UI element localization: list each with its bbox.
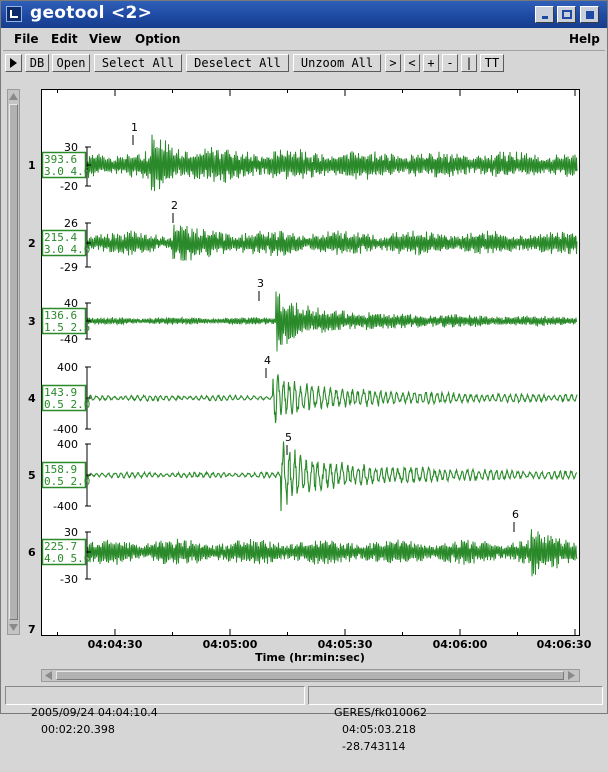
status-cursor-info: GERES/fk010062 04:05:03.218 -28.743114 — [308, 686, 603, 753]
trace-filter-label: 0.5 2.0 — [44, 398, 90, 411]
vertical-scroll-thumb[interactable] — [9, 104, 18, 620]
trace-row-number[interactable]: 4 — [28, 392, 36, 405]
scroll-left-icon[interactable] — [43, 670, 54, 681]
vertical-scrollbar[interactable] — [7, 89, 20, 635]
scroll-right-icon[interactable] — [566, 670, 577, 681]
tt-button[interactable]: TT — [480, 54, 504, 72]
trace-y-min-label: -40 — [60, 333, 78, 346]
toolbar-play-button[interactable] — [5, 54, 22, 72]
time-tick-label: 04:06:00 — [432, 638, 488, 651]
menu-option[interactable]: Option — [135, 32, 180, 46]
select-all-button[interactable]: Select All — [94, 54, 182, 72]
menu-file[interactable]: File — [14, 32, 39, 46]
trace-y-min-label: -400 — [53, 423, 78, 436]
minimize-button[interactable] — [535, 6, 554, 23]
db-button[interactable]: DB — [25, 54, 49, 72]
trace-y-max-label: 400 — [57, 361, 78, 374]
zoom-in-button[interactable]: + — [423, 54, 439, 72]
status-time-info: 2005/09/24 04:04:10.4 00:02:20.398 — [5, 686, 305, 736]
scroll-down-icon[interactable] — [8, 622, 19, 633]
zoom-out-button[interactable]: - — [442, 54, 458, 72]
trace-row-number[interactable]: 7 — [28, 623, 36, 636]
menu-bar: File Edit View Option Help — [3, 29, 605, 51]
deselect-all-button[interactable]: Deselect All — [186, 54, 289, 72]
time-axis-label: Time (hr:min:sec) — [255, 651, 365, 664]
trace-filter-label: 3.0 4.0 — [44, 243, 90, 256]
open-button[interactable]: Open — [52, 54, 90, 72]
pick-label: 6 — [512, 508, 519, 521]
status-cursor-time: 04:05:03.218 — [341, 723, 416, 736]
maximize-button[interactable] — [557, 6, 576, 23]
horizontal-scrollbar[interactable] — [41, 669, 580, 682]
maximize-icon — [562, 10, 572, 19]
trace-y-max-label: 26 — [64, 217, 78, 230]
menu-edit[interactable]: Edit — [51, 32, 78, 46]
status-datetime: 2005/09/24 04:04:10.4 — [30, 706, 158, 719]
play-icon — [10, 58, 17, 68]
trace-y-min-label: -29 — [60, 261, 78, 274]
app-icon[interactable] — [6, 6, 22, 22]
trace-row-number[interactable]: 1 — [28, 159, 36, 172]
pick-label: 4 — [264, 354, 271, 367]
status-duration: 00:02:20.398 — [40, 723, 115, 736]
waveform-canvas[interactable]: 30-20393.63.0 4.0126-29215.43.0 4.0240-4… — [41, 89, 580, 636]
waveform-plot-area[interactable]: 30 -20 393.6 3.0 4.0 1 26 -29 215.4 3.0 4.0 2 40 -4… — [41, 89, 580, 636]
scroll-left-button[interactable]: < — [404, 54, 420, 72]
status-bar: 2005/09/24 04:04:10.4 00:02:20.398 GERES… — [3, 686, 605, 753]
minimize-icon — [542, 16, 548, 19]
status-cursor-value: -28.743114 — [341, 740, 406, 753]
trace-y-max-label: 30 — [64, 526, 78, 539]
trace-y-min-label: -400 — [53, 500, 78, 513]
menu-view[interactable]: View — [89, 32, 121, 46]
title-bar[interactable]: geotool <2> — [1, 1, 607, 28]
scroll-up-icon[interactable] — [8, 91, 19, 102]
unzoom-all-button[interactable]: Unzoom All — [293, 54, 381, 72]
trace-row-number[interactable]: 3 — [28, 315, 36, 328]
align-button[interactable]: | — [461, 54, 477, 72]
time-tick-label: 04:05:00 — [202, 638, 258, 651]
time-tick-label: 04:06:30 — [536, 638, 592, 651]
toolbar: DB Open Select All Deselect All Unzoom A… — [3, 52, 605, 74]
trace-filter-label: 4.0 5.0 — [44, 552, 90, 565]
trace-filter-label: 0.5 2.0 — [44, 475, 90, 488]
pick-label: 2 — [171, 199, 178, 212]
close-icon — [586, 11, 594, 19]
trace-row-number[interactable]: 5 — [28, 469, 36, 482]
geotool-window: geotool <2> File Edit View Option Help D… — [0, 0, 608, 753]
time-tick-label: 04:04:30 — [87, 638, 143, 651]
scroll-right-button[interactable]: > — [385, 54, 401, 72]
window-title: geotool <2> — [30, 3, 153, 23]
pick-label: 3 — [257, 277, 264, 290]
trace-row-number[interactable]: 2 — [28, 237, 36, 250]
status-station: GERES/fk010062 — [333, 706, 427, 719]
trace-filter-label: 1.5 2.5 — [44, 321, 90, 334]
time-tick-label: 04:05:30 — [317, 638, 373, 651]
pick-label: 5 — [285, 431, 292, 444]
pick-label: 1 — [131, 121, 138, 134]
trace-filter-label: 3.0 4.0 — [44, 165, 90, 178]
trace-y-max-label: 400 — [57, 438, 78, 451]
close-button[interactable] — [580, 6, 599, 23]
trace-y-min-label: -30 — [60, 573, 78, 586]
trace-y-min-label: -20 — [60, 180, 78, 193]
menu-help[interactable]: Help — [569, 32, 600, 46]
horizontal-scroll-thumb[interactable] — [56, 671, 564, 680]
trace-row-number[interactable]: 6 — [28, 546, 36, 559]
